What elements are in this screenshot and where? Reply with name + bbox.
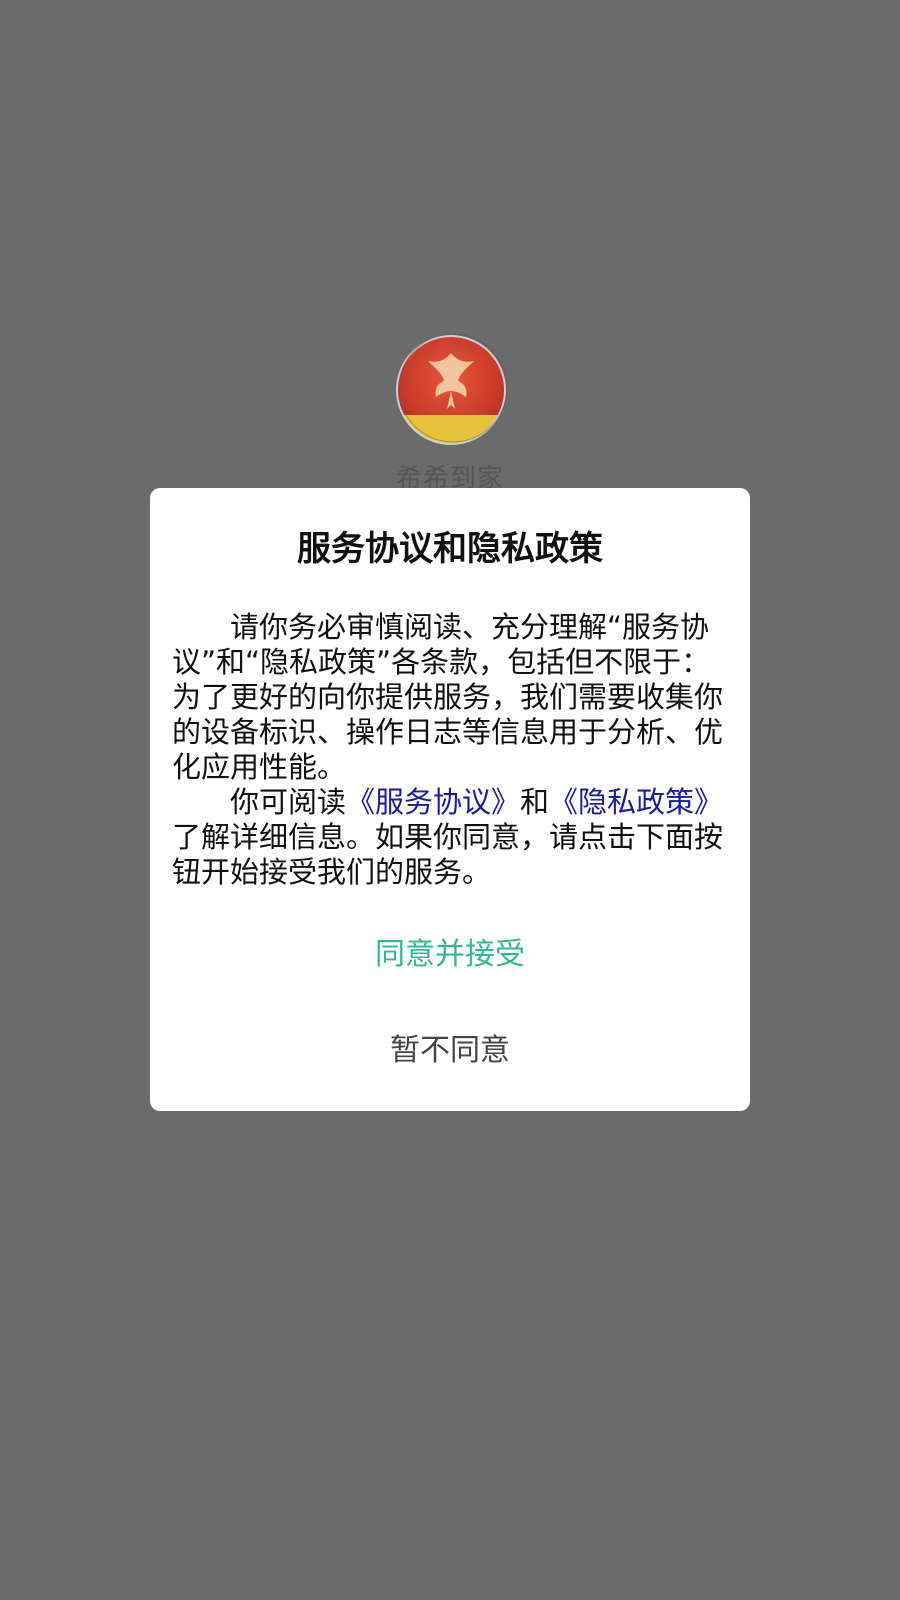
paragraph-2-and: 和 (520, 785, 550, 819)
agree-button[interactable]: 同意并接受 (320, 930, 580, 980)
privacy-policy-link[interactable]: 《隐私政策》 (549, 785, 723, 819)
privacy-paragraph-1: 请你务必审慎阅读、充分理解“服务协议”和“隐私政策”各条款，包括但不限于：为了更… (172, 610, 724, 784)
app-logo (394, 333, 508, 447)
privacy-paragraph-2: 你可阅读《服务协议》和《隐私政策》了解详细信息。如果你同意，请点击下面按钮开始接… (172, 785, 728, 890)
service-agreement-link[interactable]: 《服务协议》 (346, 785, 520, 819)
dialog-title: 服务协议和隐私政策 (297, 529, 603, 569)
disagree-button[interactable]: 暂不同意 (320, 1026, 580, 1076)
privacy-dialog: 服务协议和隐私政策 请你务必审慎阅读、充分理解“服务协议”和“隐私政策”各条款，… (150, 488, 750, 1111)
paragraph-2-suffix: 了解详细信息。如果你同意，请点击下面按钮开始接受我们的服务。 (172, 820, 724, 889)
paragraph-2-prefix: 你可阅读 (230, 785, 347, 819)
dialog-body: 请你务必审慎阅读、充分理解“服务协议”和“隐私政策”各条款，包括但不限于：为了更… (172, 610, 728, 890)
